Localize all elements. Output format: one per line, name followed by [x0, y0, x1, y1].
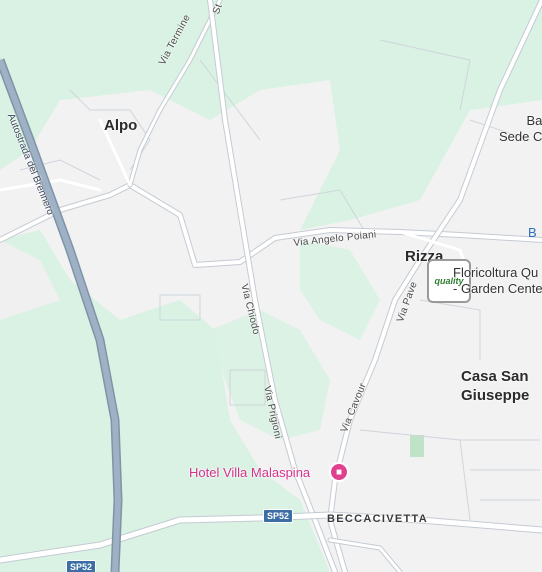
place-alpo: Alpo: [104, 117, 138, 134]
place-casa-san-giuseppe: Casa San Giuseppe: [461, 368, 530, 404]
poi-hotel-label[interactable]: Hotel Villa Malaspina: [189, 465, 310, 480]
bed-icon[interactable]: ■: [329, 462, 349, 482]
place-beccacivetta: BECCACIVETTA: [327, 513, 428, 525]
poi-floricoltura-label[interactable]: Floricoltura Qu - Garden Cente: [453, 265, 542, 297]
poi-right-top-label[interactable]: Ba Sede C: [499, 113, 542, 145]
map-canvas[interactable]: Alpo Rizza Casa San Giuseppe BECCACIVETT…: [0, 0, 542, 572]
poi-right-blue-label[interactable]: B: [528, 225, 537, 240]
route-shield-sp52: SP52: [66, 560, 97, 572]
route-shield-sp52: SP52: [263, 509, 294, 523]
